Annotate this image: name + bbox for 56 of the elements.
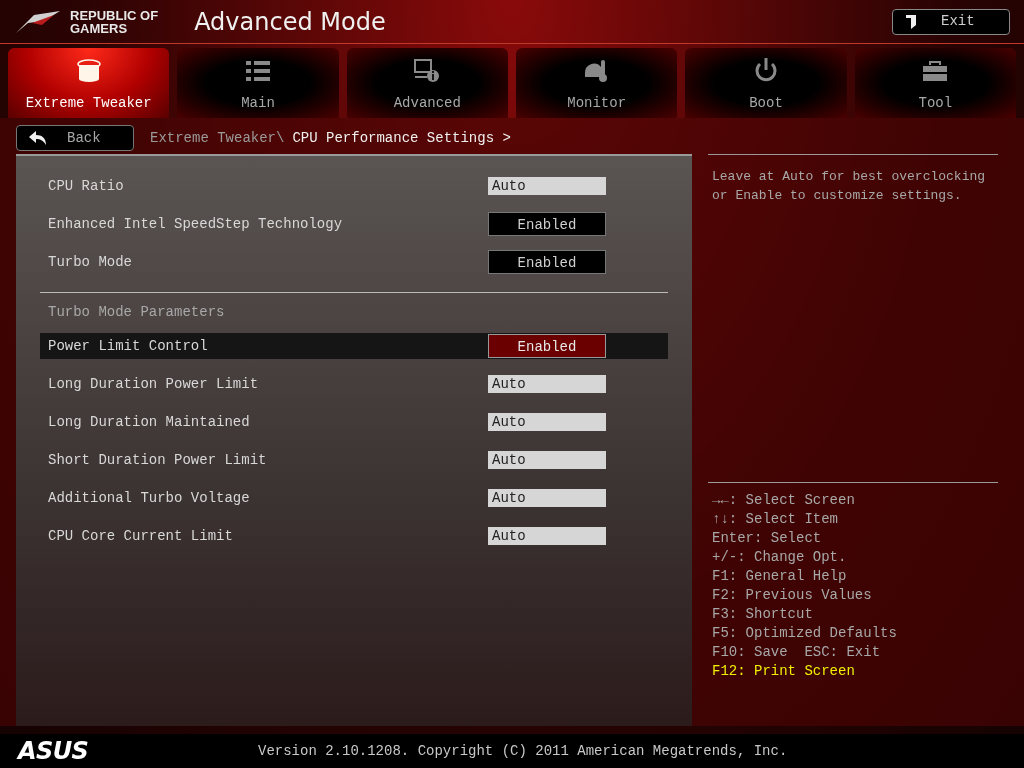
setting-label: Enhanced Intel SpeedStep Technology — [48, 214, 344, 234]
key-hint: →←: Select Screen — [712, 491, 856, 510]
setting-row[interactable]: Turbo Mode Enabled — [40, 249, 668, 275]
section-heading: Turbo Mode Parameters — [47, 303, 226, 321]
setting-label: Short Duration Power Limit — [48, 450, 268, 470]
key-hint: ↑↓: Select Item — [712, 510, 840, 529]
setting-label: Power Limit Control — [48, 336, 209, 356]
setting-label: Long Duration Power Limit — [48, 374, 260, 394]
setting-label: Turbo Mode — [48, 252, 133, 272]
nav-tab[interactable]: Main — [177, 48, 339, 118]
nav-tab[interactable]: Boot — [685, 48, 847, 118]
page-title: Advanced Mode — [194, 6, 386, 38]
option-dropdown[interactable]: Enabled — [488, 212, 606, 236]
breadcrumb-current: CPU Performance Settings > — [292, 128, 511, 148]
setting-label: CPU Ratio — [48, 176, 125, 196]
setting-label: Additional Turbo Voltage — [48, 488, 251, 508]
value-field[interactable]: Auto — [488, 375, 606, 393]
setting-row[interactable]: CPU Core Current Limit Auto — [40, 523, 668, 549]
setting-row[interactable]: Enhanced Intel SpeedStep Technology Enabled — [40, 211, 668, 237]
nav-tab[interactable]: Extreme Tweaker — [8, 48, 170, 118]
key-hint: F3: Shortcut — [712, 605, 814, 624]
setting-row[interactable]: Short Duration Power Limit Auto — [40, 447, 668, 473]
key-hint: F10: Save ESC: Exit — [712, 643, 882, 662]
exit-button[interactable]: Exit — [892, 8, 1010, 35]
brand-logo: ASUS — [18, 736, 90, 767]
setting-row[interactable]: CPU Ratio Auto — [40, 173, 668, 199]
key-hint: Enter: Select — [712, 529, 823, 548]
nav-tab[interactable]: Advanced — [346, 48, 508, 118]
key-hint: F5: Optimized Defaults — [712, 624, 898, 643]
breadcrumb-link[interactable]: Extreme Tweaker\ — [150, 127, 285, 149]
value-field[interactable]: Auto — [488, 413, 606, 431]
setting-row[interactable]: Long Duration Power Limit Auto — [40, 371, 668, 397]
version-text: Version 2.10.1208. Copyright (C) 2011 American Megatrends, Inc. — [258, 741, 788, 761]
brand-logo-text: GAMERS — [70, 21, 129, 35]
value-field[interactable]: Auto — [488, 177, 606, 195]
option-dropdown[interactable]: Enabled — [488, 250, 606, 274]
setting-row[interactable]: Power Limit Control Enabled — [40, 333, 668, 359]
key-hint: +/-: Change Opt. — [712, 548, 848, 567]
value-field[interactable]: Auto — [488, 527, 606, 545]
key-hint: F2: Previous Values — [712, 586, 873, 605]
setting-row[interactable]: Additional Turbo Voltage Auto — [40, 485, 668, 511]
setting-row[interactable]: Long Duration Maintained Auto — [40, 409, 668, 435]
key-hint: F1: General Help — [712, 567, 848, 586]
option-dropdown[interactable]: Enabled — [488, 334, 606, 358]
back-button[interactable]: Back — [16, 125, 134, 151]
back-arrow-icon — [29, 131, 47, 145]
door-icon — [905, 13, 917, 30]
help-description: Leave at Auto for best overclocking or Enable to customize settings. — [711, 168, 987, 205]
value-field[interactable]: Auto — [488, 451, 606, 469]
value-field[interactable]: Auto — [488, 489, 606, 507]
brand-logo-text: REPUBLIC OF — [70, 8, 159, 22]
key-hint: F12: Print Screen — [712, 662, 856, 681]
nav-tab[interactable]: Monitor — [516, 48, 678, 118]
setting-label: Long Duration Maintained — [48, 412, 251, 432]
setting-label: CPU Core Current Limit — [48, 526, 234, 546]
nav-tab[interactable]: Tool — [854, 48, 1016, 118]
